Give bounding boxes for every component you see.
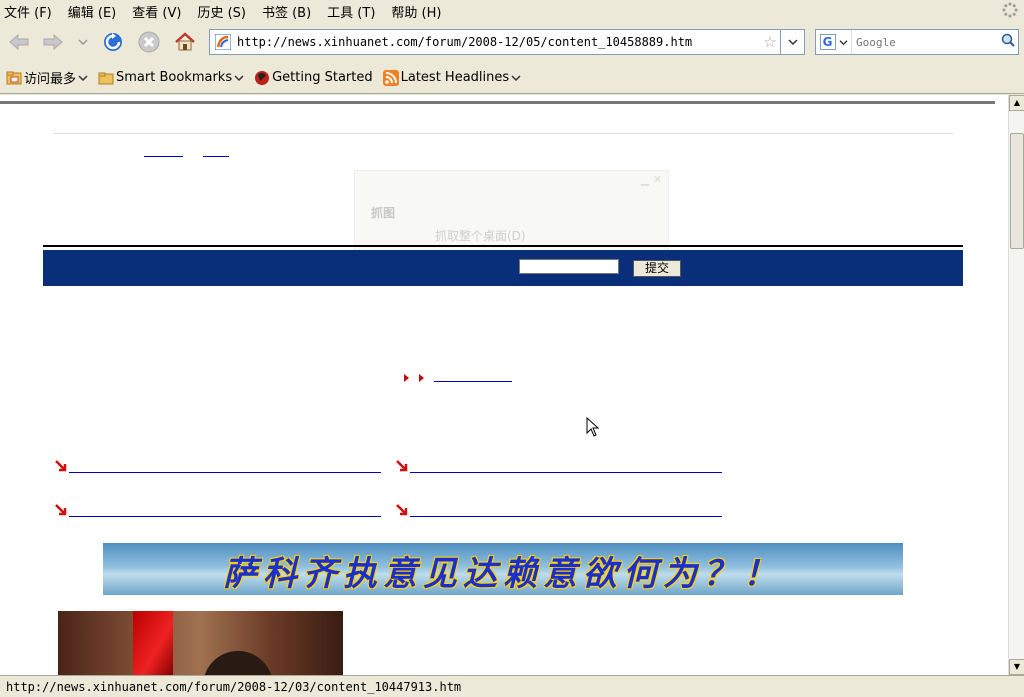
chevron-down-icon <box>511 74 521 81</box>
submit-button[interactable]: 提交 <box>633 260 681 277</box>
chevron-down-icon <box>839 39 847 45</box>
bookmark-most-visited[interactable]: 访问最多 <box>6 68 88 87</box>
folder-icon <box>98 72 114 84</box>
chevron-down-icon <box>78 39 88 46</box>
stop-button[interactable] <box>136 30 162 54</box>
home-icon <box>175 32 195 51</box>
menu-view[interactable]: 查看 (V) <box>132 2 181 21</box>
bookmark-label: Smart Bookmarks <box>116 70 233 85</box>
bookmarks-toolbar: 访问最多 Smart Bookmarks Getting Started Lat… <box>0 62 1024 94</box>
top-link-2[interactable] <box>203 149 229 157</box>
search-button[interactable] <box>998 33 1018 51</box>
menu-tools[interactable]: 工具 (T) <box>327 2 375 21</box>
link-underline[interactable] <box>69 505 381 517</box>
breadcrumb-link[interactable] <box>404 374 512 382</box>
bookmark-star-icon[interactable]: ☆ <box>760 33 780 51</box>
photo-flag <box>133 611 173 675</box>
menu-help[interactable]: 帮助 (H) <box>391 2 441 21</box>
site-favicon-icon <box>215 34 231 50</box>
folder-icon <box>6 71 22 84</box>
firefox-icon <box>255 70 270 85</box>
article-photo <box>58 611 343 675</box>
menu-bar: 文件 (F) 编辑 (E) 查看 (V) 历史 (S) 书签 (B) 工具 (T… <box>0 0 1024 22</box>
menu-edit[interactable]: 编辑 (E) <box>68 2 117 21</box>
search-input[interactable] <box>852 32 998 52</box>
scroll-down-button[interactable]: ▼ <box>1009 659 1024 675</box>
mouse-cursor-icon <box>586 417 600 437</box>
vertical-scrollbar[interactable]: ▲ ▼ <box>1008 95 1024 675</box>
ghost-dialog-option: 抓取整个桌面(D) <box>435 229 526 243</box>
search-bar: G <box>815 29 1019 55</box>
arrow-down-right-icon <box>396 460 408 472</box>
navigation-toolbar: http://news.xinhuanet.com/forum/2008-12/… <box>0 22 1024 62</box>
ghost-capture-dialog: ▁ ✕ 抓图 抓取整个桌面(D) <box>354 170 669 255</box>
back-icon <box>9 33 29 51</box>
bookmark-smart-bookmarks[interactable]: Smart Bookmarks <box>98 70 244 86</box>
triangle-bullet-icon <box>419 374 424 382</box>
rss-icon <box>382 69 399 86</box>
bookmark-latest-headlines[interactable]: Latest Headlines <box>382 69 522 86</box>
bookmark-label: Latest Headlines <box>400 70 510 85</box>
headline-banner: 萨科齐执意见达赖意欲何为？！ <box>103 543 903 595</box>
top-link-1[interactable] <box>144 149 183 157</box>
stop-icon <box>138 31 160 53</box>
bookmark-label: Getting Started <box>272 70 373 85</box>
photo-figure <box>203 651 273 675</box>
link-underline[interactable] <box>410 461 722 473</box>
related-link-3[interactable] <box>54 503 381 517</box>
google-icon: G <box>819 34 836 50</box>
divider <box>53 133 953 134</box>
site-search-input[interactable] <box>519 259 619 274</box>
back-button[interactable] <box>6 30 32 54</box>
banner-headline: 萨科齐执意见达赖意欲何为？！ <box>223 554 783 594</box>
related-link-2[interactable] <box>395 459 722 473</box>
url-text[interactable]: http://news.xinhuanet.com/forum/2008-12/… <box>237 35 760 49</box>
breadcrumb-underline[interactable] <box>434 374 512 382</box>
forward-button[interactable] <box>40 30 66 54</box>
related-link-1[interactable] <box>54 459 381 473</box>
link-underline[interactable] <box>410 505 722 517</box>
related-link-4[interactable] <box>395 503 722 517</box>
site-search-bar: 提交 <box>43 250 963 286</box>
arrow-down-right-icon <box>396 504 408 516</box>
url-bar[interactable]: http://news.xinhuanet.com/forum/2008-12/… <box>209 29 805 55</box>
reload-button[interactable] <box>100 30 126 54</box>
magnifier-icon <box>1001 33 1015 47</box>
forward-icon <box>43 33 63 51</box>
arrow-down-right-icon <box>55 460 67 472</box>
menu-bookmarks[interactable]: 书签 (B) <box>262 2 311 21</box>
link-underline[interactable] <box>69 461 381 473</box>
ghost-window-buttons: ▁ ✕ <box>640 173 662 186</box>
history-dropdown-button[interactable] <box>72 30 94 54</box>
home-button[interactable] <box>172 30 198 54</box>
chevron-down-icon <box>234 74 244 81</box>
status-bar: http://news.xinhuanet.com/forum/2008-12/… <box>0 675 1024 697</box>
search-engine-selector[interactable]: G <box>816 30 852 54</box>
chevron-down-icon <box>78 74 88 81</box>
url-dropdown-button[interactable] <box>780 30 804 54</box>
bookmark-label: 访问最多 <box>24 72 77 87</box>
scroll-up-button[interactable]: ▲ <box>1009 95 1024 111</box>
scroll-thumb[interactable] <box>1010 133 1024 249</box>
reload-icon <box>104 33 122 51</box>
bookmark-getting-started[interactable]: Getting Started <box>254 70 373 86</box>
status-text: http://news.xinhuanet.com/forum/2008-12/… <box>6 679 462 694</box>
menu-history[interactable]: 历史 (S) <box>197 2 246 21</box>
header-divider <box>43 245 963 247</box>
triangle-bullet-icon <box>404 374 409 382</box>
arrow-down-right-icon <box>55 504 67 516</box>
throbber-icon <box>1002 2 1018 18</box>
ghost-dialog-title: 抓图 <box>371 206 396 220</box>
chevron-down-icon <box>787 39 798 46</box>
header-rule <box>0 101 995 104</box>
page-content: ▁ ✕ 抓图 抓取整个桌面(D) 提交 萨科齐执意见达赖意欲何为？！ <box>0 95 1008 675</box>
menu-file[interactable]: 文件 (F) <box>4 2 52 21</box>
